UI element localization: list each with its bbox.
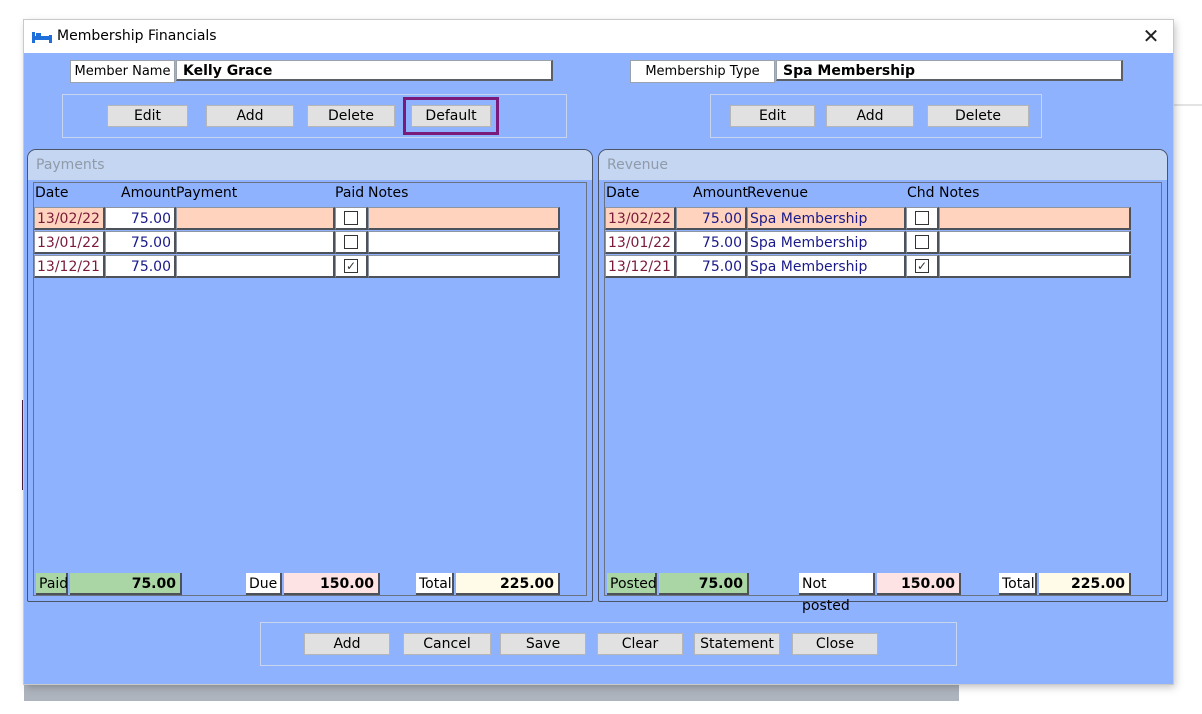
not-posted-total-label: Not posted: [799, 573, 875, 614]
revenue-grid: Date Amount Revenue Chd Notes 13/02/22 7…: [604, 182, 1162, 614]
member-name-field[interactable]: Kelly Grace: [176, 60, 553, 81]
title-bar[interactable]: Membership Financials ✕: [24, 20, 1173, 53]
table-row-notes[interactable]: [368, 207, 560, 230]
posted-total-label: Posted: [607, 573, 657, 595]
paid-checkbox[interactable]: [344, 235, 358, 249]
col-date: Date: [35, 185, 69, 201]
table-row-amount[interactable]: 75.00: [105, 231, 176, 254]
col-paid: Paid: [335, 185, 365, 201]
chd-checkbox[interactable]: [915, 211, 929, 225]
col-notes: Notes: [939, 185, 980, 201]
payments-grid: Date Amount Payment Paid Notes 13/02/22 …: [33, 182, 587, 596]
table-row-amount[interactable]: 75.00: [676, 231, 747, 254]
table-row-paid-cell: [335, 207, 368, 230]
table-row-payment[interactable]: [176, 255, 335, 278]
close-icon[interactable]: ✕: [1129, 20, 1173, 53]
revenue-total-label: Total: [999, 573, 1037, 595]
table-row-amount[interactable]: 75.00: [105, 255, 176, 278]
close-button[interactable]: Close: [792, 633, 878, 655]
revenue-edit-button[interactable]: Edit: [730, 105, 815, 127]
cancel-button[interactable]: Cancel: [403, 633, 491, 655]
membership-type-field[interactable]: Spa Membership: [776, 60, 1123, 81]
table-row-notes[interactable]: [368, 231, 560, 254]
table-row-notes[interactable]: [368, 255, 560, 278]
table-row-date[interactable]: 13/12/21: [34, 255, 105, 278]
col-notes: Notes: [368, 185, 409, 201]
due-total-label: Due: [246, 573, 282, 595]
payments-panel: Payments Date Amount Payment Paid Notes …: [27, 149, 593, 602]
table-row-notes[interactable]: [939, 231, 1131, 254]
posted-total-value: 75.00: [659, 573, 749, 595]
table-row-notes[interactable]: [939, 207, 1131, 230]
revenue-delete-button[interactable]: Delete: [927, 105, 1029, 127]
paid-checkbox[interactable]: [344, 211, 358, 225]
col-amount: Amount: [693, 185, 749, 201]
table-row-date[interactable]: 13/01/22: [34, 231, 105, 254]
paid-total-value: 75.00: [70, 573, 182, 595]
table-row-payment[interactable]: [176, 231, 335, 254]
payments-add-button[interactable]: Add: [206, 105, 294, 127]
background-left: [0, 0, 24, 714]
table-row-notes[interactable]: [939, 255, 1131, 278]
membership-financials-window: Membership Financials ✕ Member Name Kell…: [24, 20, 1173, 684]
background-line: [1174, 104, 1202, 106]
table-row-amount[interactable]: 75.00: [105, 207, 176, 230]
payments-edit-button[interactable]: Edit: [107, 105, 188, 127]
table-row-date[interactable]: 13/02/22: [34, 207, 105, 230]
revenue-panel: Revenue Date Amount Revenue Chd Notes 13…: [598, 149, 1168, 614]
membership-type-label: Membership Type: [630, 60, 775, 83]
payments-panel-title: Payments: [28, 150, 592, 180]
table-row-amount[interactable]: 75.00: [676, 255, 747, 278]
table-row-amount[interactable]: 75.00: [676, 207, 747, 230]
table-row-date[interactable]: 13/02/22: [605, 207, 676, 230]
table-row-chd-cell: ✓: [906, 255, 939, 278]
table-row-paid-cell: ✓: [335, 255, 368, 278]
col-amount: Amount: [121, 185, 177, 201]
table-row-date[interactable]: 13/01/22: [605, 231, 676, 254]
payments-total-label: Total: [416, 573, 454, 595]
table-row-revenue[interactable]: Spa Membership: [747, 231, 906, 254]
revenue-total-value: 225.00: [1039, 573, 1131, 595]
chd-checkbox-checked[interactable]: ✓: [915, 259, 929, 273]
table-row-chd-cell: [906, 231, 939, 254]
bed-icon: [32, 30, 52, 43]
paid-total-label: Paid: [36, 573, 68, 595]
not-posted-total-value: 150.00: [877, 573, 961, 595]
table-row-revenue[interactable]: Spa Membership: [747, 207, 906, 230]
clear-button[interactable]: Clear: [597, 633, 683, 655]
member-name-label: Member Name: [70, 60, 175, 83]
save-button[interactable]: Save: [500, 633, 586, 655]
col-payment: Payment: [176, 185, 238, 201]
statement-button[interactable]: Statement: [694, 633, 780, 655]
table-row-date[interactable]: 13/12/21: [605, 255, 676, 278]
add-button[interactable]: Add: [304, 633, 390, 655]
payments-total-value: 225.00: [456, 573, 560, 595]
payments-delete-button[interactable]: Delete: [307, 105, 395, 127]
table-row-payment[interactable]: [176, 207, 335, 230]
revenue-add-button[interactable]: Add: [826, 105, 914, 127]
col-revenue: Revenue: [747, 185, 808, 201]
window-title: Membership Financials: [57, 28, 217, 44]
paid-checkbox-checked[interactable]: ✓: [344, 259, 358, 273]
col-chd: Chd: [907, 185, 935, 201]
table-row-paid-cell: [335, 231, 368, 254]
background-window-behind: [24, 684, 959, 701]
chd-checkbox[interactable]: [915, 235, 929, 249]
table-row-revenue[interactable]: Spa Membership: [747, 255, 906, 278]
table-row-chd-cell: [906, 207, 939, 230]
revenue-panel-title: Revenue: [599, 150, 1167, 180]
payments-default-button[interactable]: Default: [403, 97, 499, 135]
col-date: Date: [606, 185, 640, 201]
due-total-value: 150.00: [284, 573, 380, 595]
